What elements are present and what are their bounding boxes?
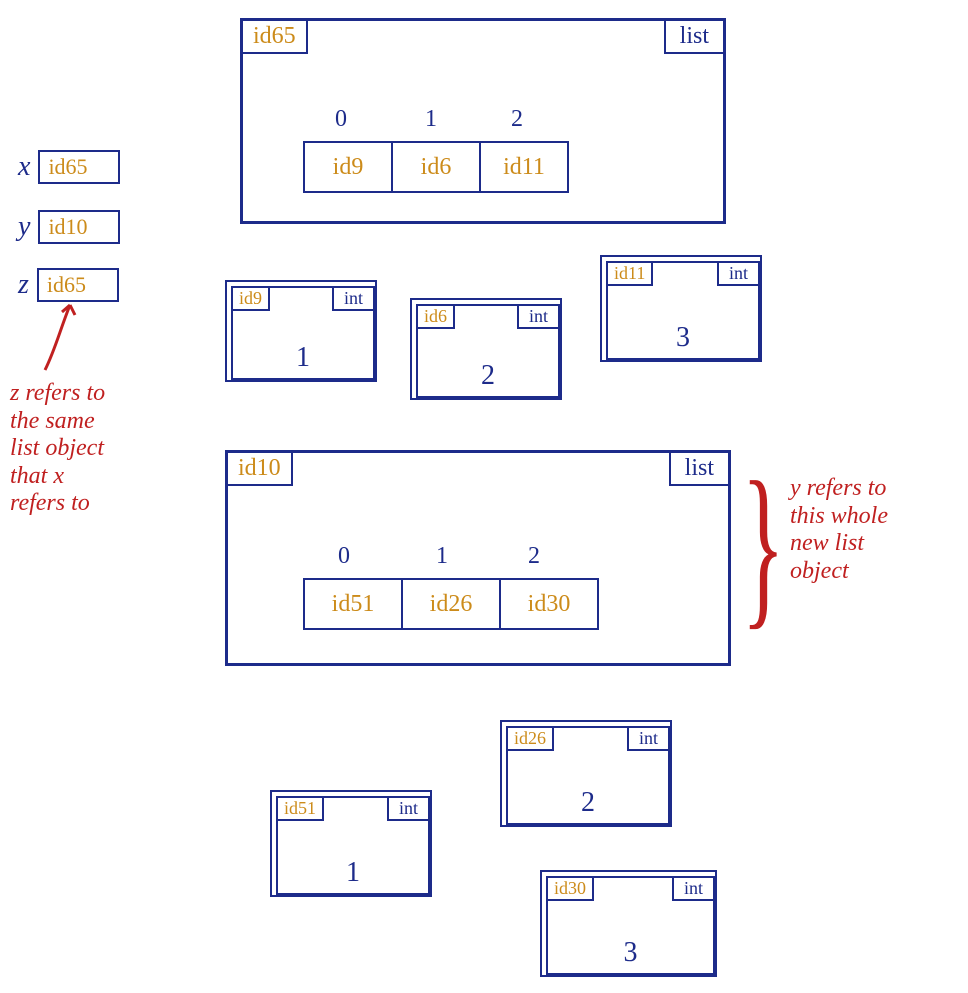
list65-cells: id9 id6 id11 bbox=[303, 141, 569, 193]
int-id: id26 bbox=[506, 726, 554, 751]
object-int-id51: id51 int 1 bbox=[270, 790, 432, 897]
object-int-id26: id26 int 2 bbox=[500, 720, 672, 827]
int-id: id6 bbox=[416, 304, 455, 329]
list10-cell-1: id26 bbox=[402, 578, 500, 630]
int-value: 3 bbox=[548, 937, 713, 969]
object-type-tag: list bbox=[669, 451, 730, 486]
list65-index-1: 1 bbox=[425, 106, 437, 133]
annotation-y: y refers to this whole new list object bbox=[790, 475, 888, 585]
list10-cells: id51 id26 id30 bbox=[303, 578, 599, 630]
list10-index-1: 1 bbox=[436, 543, 448, 570]
object-id-tag: id65 bbox=[241, 19, 308, 54]
arrow-z-to-note bbox=[40, 300, 100, 380]
list65-cell-2: id11 bbox=[480, 141, 569, 193]
var-x-ref: id65 bbox=[38, 150, 120, 184]
brace-icon: } bbox=[742, 455, 785, 635]
int-type: int bbox=[627, 726, 670, 751]
list65-index-0: 0 bbox=[335, 106, 347, 133]
object-int-id30: id30 int 3 bbox=[540, 870, 717, 977]
annotation-z: z refers to the same list object that x … bbox=[10, 380, 105, 518]
var-z-row: z id65 bbox=[18, 268, 119, 302]
var-z-name: z bbox=[18, 269, 29, 301]
int-value: 2 bbox=[418, 360, 558, 392]
var-x-name: x bbox=[18, 151, 30, 183]
object-int-id11: id11 int 3 bbox=[600, 255, 762, 362]
int-type: int bbox=[672, 876, 715, 901]
int-type: int bbox=[332, 286, 375, 311]
int-id: id30 bbox=[546, 876, 594, 901]
int-type: int bbox=[387, 796, 430, 821]
list65-cell-0: id9 bbox=[303, 141, 392, 193]
list10-cell-2: id30 bbox=[500, 578, 599, 630]
var-y-name: y bbox=[18, 211, 30, 243]
var-y-ref: id10 bbox=[38, 210, 120, 244]
int-value: 1 bbox=[233, 342, 373, 374]
int-type: int bbox=[517, 304, 560, 329]
list65-cell-1: id6 bbox=[392, 141, 480, 193]
int-id: id9 bbox=[231, 286, 270, 311]
int-value: 3 bbox=[608, 322, 758, 354]
var-z-ref: id65 bbox=[37, 268, 119, 302]
object-list-id10: id10 list 0 1 2 id51 id26 id30 bbox=[225, 450, 731, 666]
list10-cell-0: id51 bbox=[303, 578, 402, 630]
list65-index-2: 2 bbox=[511, 106, 523, 133]
int-type: int bbox=[717, 261, 760, 286]
var-y-row: y id10 bbox=[18, 210, 120, 244]
object-int-id9: id9 int 1 bbox=[225, 280, 377, 382]
int-value: 1 bbox=[278, 857, 428, 889]
object-id-tag: id10 bbox=[226, 451, 293, 486]
object-type-tag: list bbox=[664, 19, 725, 54]
object-int-id6: id6 int 2 bbox=[410, 298, 562, 400]
object-list-id65: id65 list 0 1 2 id9 id6 id11 bbox=[240, 18, 726, 224]
list10-index-0: 0 bbox=[338, 543, 350, 570]
int-id: id11 bbox=[606, 261, 653, 286]
int-id: id51 bbox=[276, 796, 324, 821]
int-value: 2 bbox=[508, 787, 668, 819]
list10-index-2: 2 bbox=[528, 543, 540, 570]
var-x-row: x id65 bbox=[18, 150, 120, 184]
